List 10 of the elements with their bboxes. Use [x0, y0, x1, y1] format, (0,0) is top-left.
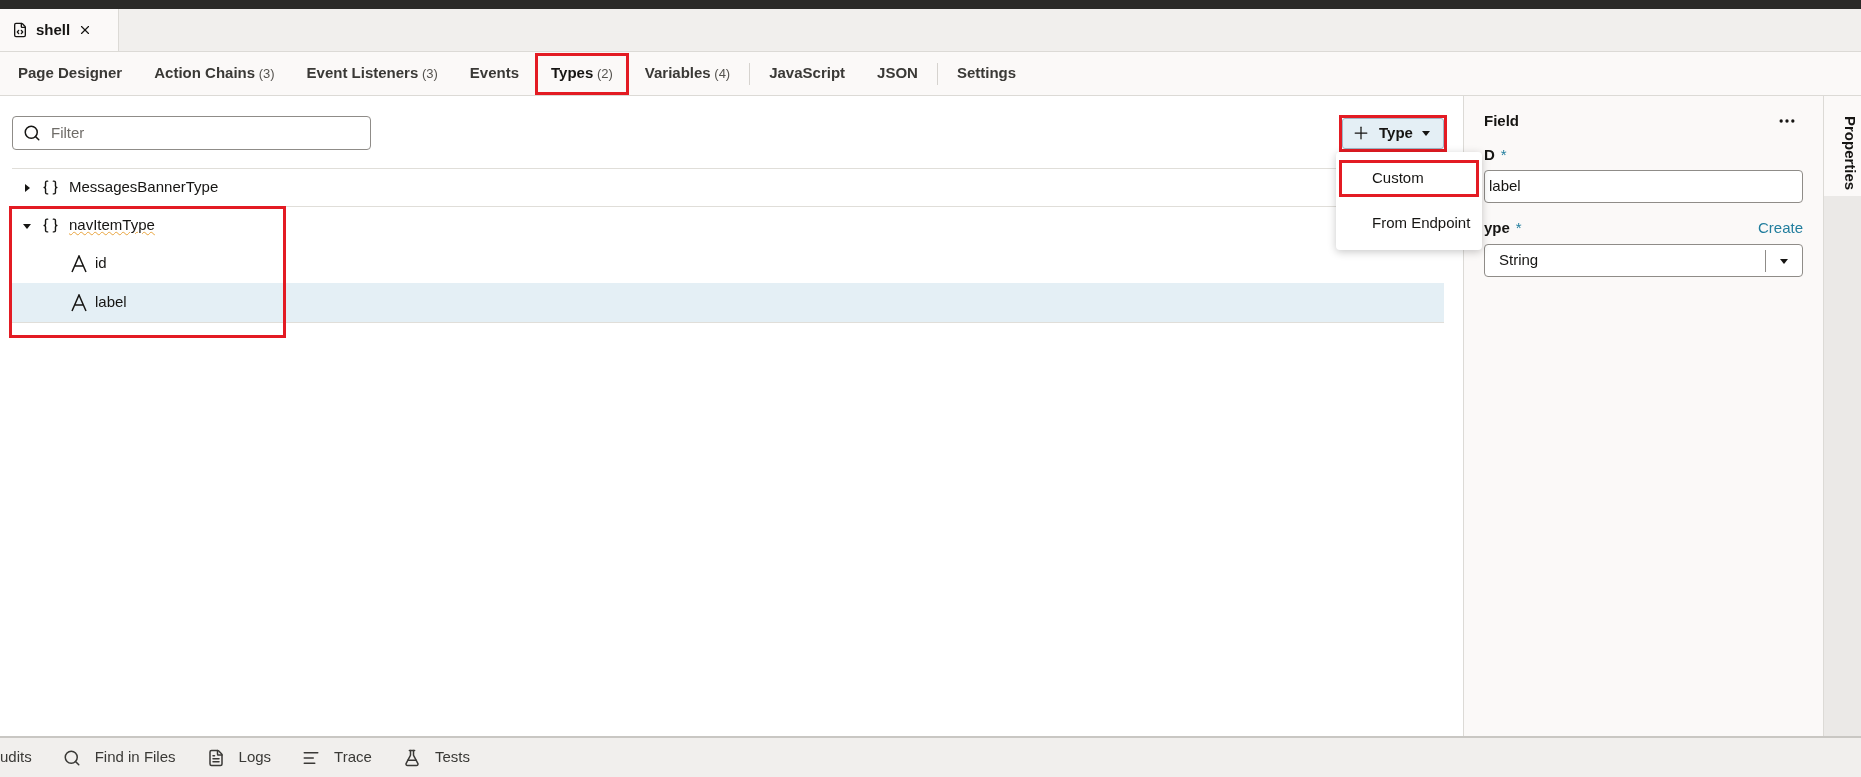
required-mark: * — [1500, 144, 1507, 165]
field-label: ype — [1484, 217, 1510, 238]
type-name: navItemType — [69, 215, 155, 236]
field-name: label — [95, 292, 127, 313]
required-mark: * — [1515, 217, 1522, 238]
document-tab-title: shell — [36, 19, 71, 40]
panel-title: Field — [1484, 110, 1519, 131]
field-label: D — [1484, 144, 1495, 165]
field-name: id — [95, 253, 107, 274]
type-name: MessagesBannerType — [69, 177, 219, 198]
